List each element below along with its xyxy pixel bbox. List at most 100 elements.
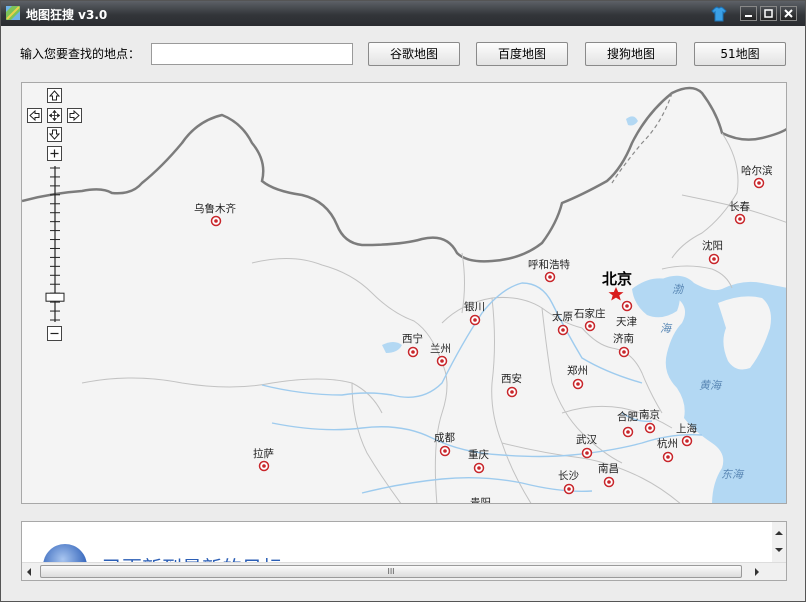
zoom-slider[interactable] [45,164,65,324]
city-jinan[interactable]: 济南 [613,332,634,358]
pan-right-button[interactable] [67,108,82,123]
city-label: 沈阳 [702,239,723,252]
city-label: 郑州 [567,364,588,377]
scroll-down-arrow-icon[interactable] [775,548,783,552]
province-borders [81,132,786,503]
arrow-down-icon [49,129,60,140]
arrow-right-icon [69,110,80,121]
northeast-border [611,92,673,184]
city-nanjing[interactable]: 南京 [639,408,660,434]
location-search-input[interactable] [151,43,353,65]
scroll-left-arrow-icon[interactable] [27,568,31,576]
arrow-up-icon [49,90,60,101]
bohai-label-2: 海 [660,322,673,335]
city-label: 重庆 [468,448,489,461]
country-border [22,86,786,263]
city-label: 拉萨 [253,447,274,460]
baidu-map-button[interactable]: 百度地图 [476,42,568,66]
city-shenyang[interactable]: 沈阳 [702,239,723,265]
city-urumqi[interactable]: 乌鲁木齐 [194,202,236,227]
city-guiyang[interactable]: 贵阳 [470,496,491,504]
pan-down-button[interactable] [47,127,62,142]
city-chongqing[interactable]: 重庆 [468,448,489,474]
minimize-icon [745,15,752,17]
google-map-button[interactable]: 谷歌地图 [368,42,460,66]
city-label: 兰州 [430,342,451,355]
lake-qinghai [382,342,402,353]
city-label: 呼和浩特 [528,259,570,271]
title-bar[interactable]: 地图狂搜 v3.0 [1,1,805,26]
maximize-icon [764,9,773,18]
city-label: 济南 [613,332,634,345]
info-panel: 已更新到最新的目标 III [21,521,787,581]
window-title: 地图狂搜 v3.0 [26,8,108,22]
close-icon [784,9,793,18]
east-sea-label: 东海 [721,468,745,481]
city-label: 武汉 [576,433,597,446]
capital-label: 北京 [602,270,632,288]
horizontal-scroll-thumb[interactable]: III [40,565,742,578]
city-chengdu[interactable]: 成都 [434,432,455,457]
city-label: 南昌 [598,462,619,475]
city-label: 天津 [616,316,637,328]
city-label: 贵阳 [470,496,491,504]
city-label: 石家庄 [574,307,606,320]
city-label: 杭州 [657,437,678,450]
city-xian[interactable]: 西安 [501,372,522,398]
zoom-out-button[interactable] [47,326,62,341]
pan-center-button[interactable] [47,108,62,123]
maximize-button[interactable] [760,6,777,21]
city-label: 银川 [464,300,485,313]
search-label: 输入您要查找的地点： [20,47,141,61]
city-label: 上海 [676,422,697,435]
map51-button[interactable]: 51地图 [694,42,786,66]
zoom-slider-thumb[interactable] [45,292,65,302]
city-changchun[interactable]: 长春 [729,201,750,225]
city-yinchuan[interactable]: 银川 [464,300,485,326]
minus-icon [50,332,59,335]
city-label: 长沙 [558,470,579,482]
app-map-icon [6,6,20,20]
city-tianjin[interactable]: 天津 [616,300,637,329]
skin-shirt-icon[interactable] [710,5,728,23]
arrow-left-icon [29,110,40,121]
pan-left-button[interactable] [27,108,42,123]
scroll-up-arrow-icon[interactable] [775,531,783,535]
city-lanzhou[interactable]: 兰州 [430,342,451,367]
rivers [261,282,703,494]
sogou-map-button[interactable]: 搜狗地图 [585,42,677,66]
city-nanchang[interactable]: 南昌 [598,462,619,488]
city-label: 哈尔滨 [741,164,773,177]
close-button[interactable] [780,6,797,21]
vertical-scrollbar[interactable] [772,522,786,562]
city-label: 南京 [639,408,660,421]
scroll-right-arrow-icon[interactable] [755,568,759,576]
map-view[interactable]: 渤 海 黄海 东海 北京 乌鲁木齐 哈尔滨 长春 沈阳 呼和浩特 天津 石家庄 … [21,82,787,504]
city-label: 成都 [434,432,455,444]
city-taiyuan[interactable]: 太原 [552,310,573,336]
city-label: 合肥 [617,410,638,423]
city-label: 西安 [501,372,522,385]
plus-icon [50,149,59,158]
horizontal-scrollbar[interactable]: III [22,562,786,580]
city-label: 长春 [729,201,750,213]
city-hangzhou[interactable]: 杭州 [657,437,678,463]
city-shanghai[interactable]: 上海 [676,422,697,447]
zoom-in-button[interactable] [47,146,62,161]
map-canvas[interactable]: 渤 海 黄海 东海 北京 乌鲁木齐 哈尔滨 长春 沈阳 呼和浩特 天津 石家庄 … [22,83,787,504]
capital-star-icon[interactable] [608,287,624,301]
city-hefei[interactable]: 合肥 [617,410,638,438]
city-hohhot[interactable]: 呼和浩特 [528,259,570,283]
center-move-icon [49,110,60,121]
pan-up-button[interactable] [47,88,62,103]
city-zhengzhou[interactable]: 郑州 [567,364,588,390]
main-window: 地图狂搜 v3.0 输入您要查找的地点： 谷歌地图 百度地图 搜狗地图 51地图 [0,0,806,602]
minimize-button[interactable] [740,6,757,21]
city-harbin[interactable]: 哈尔滨 [741,164,773,189]
city-lhasa[interactable]: 拉萨 [253,447,274,472]
city-xining[interactable]: 西宁 [402,332,423,358]
city-label: 太原 [552,310,573,323]
yellow-sea-label: 黄海 [699,379,723,392]
city-label: 西宁 [402,332,423,345]
city-label: 乌鲁木齐 [194,202,236,215]
